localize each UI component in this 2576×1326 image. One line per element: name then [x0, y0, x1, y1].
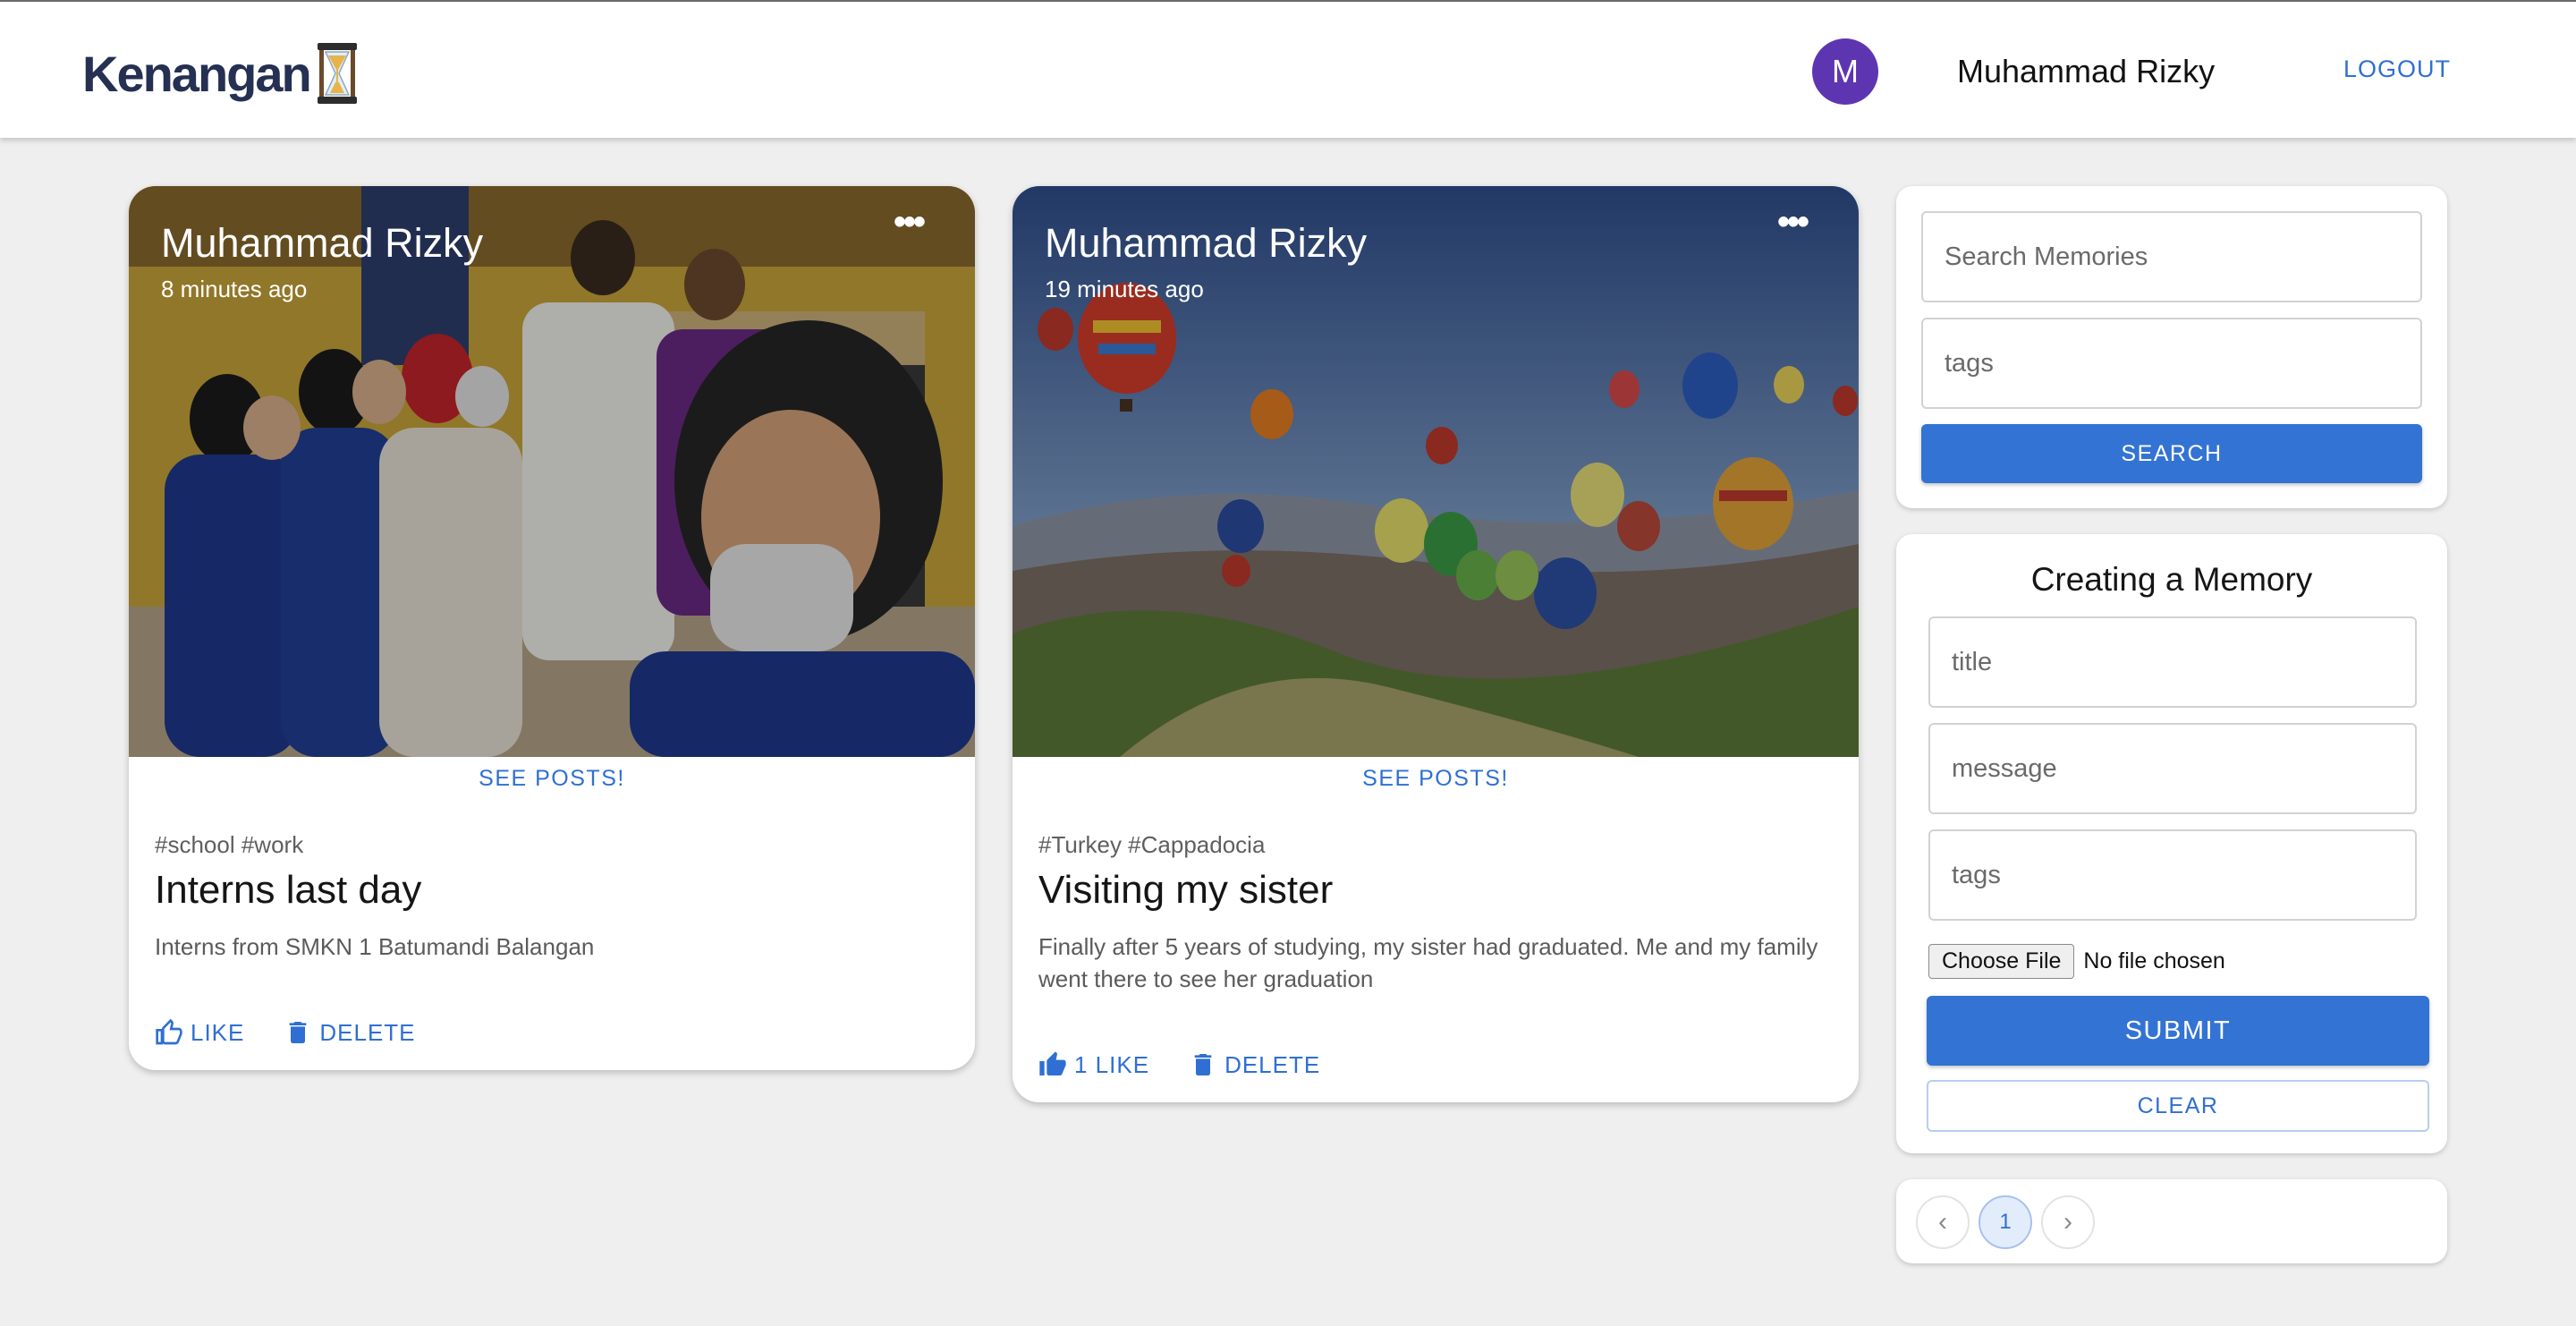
delete-button[interactable]: DELETE [284, 1018, 415, 1047]
file-upload: Choose File No file chosen [1928, 944, 2225, 979]
user-name: Muhammad Rizky [1957, 53, 2216, 89]
like-label: 1 LIKE [1074, 1050, 1150, 1078]
delete-label: DELETE [1224, 1050, 1321, 1078]
post-title: Interns last day [155, 868, 422, 912]
chevron-left-icon[interactable]: ‹ [1916, 1195, 1970, 1249]
search-button[interactable]: SEARCH [1921, 424, 2422, 483]
see-posts-button[interactable]: SEE POSTS! [129, 766, 975, 792]
post-time: 8 minutes ago [161, 276, 308, 302]
logout-button[interactable]: LOGOUT [2343, 55, 2451, 83]
message-input[interactable]: message [1928, 723, 2417, 814]
post-card: Muhammad Rizky 19 minutes ago ••• SEE PO… [1013, 186, 1859, 1102]
post-title: Visiting my sister [1038, 868, 1334, 912]
tags-input[interactable]: tags [1928, 829, 2417, 921]
pagination: ‹ 1 › [1896, 1179, 2447, 1263]
thumb-up-outline-icon [156, 1018, 182, 1045]
search-panel: Search Memories tags SEARCH [1896, 186, 2447, 508]
post-message: Interns from SMKN 1 Batumandi Balangan [155, 933, 595, 960]
like-label: LIKE [191, 1018, 245, 1046]
post-image: Muhammad Rizky 19 minutes ago ••• [1013, 186, 1859, 757]
post-card: Muhammad Rizky 8 minutes ago ••• SEE POS… [129, 186, 975, 1070]
page-1-button[interactable]: 1 [1979, 1195, 2032, 1249]
title-input[interactable]: title [1928, 616, 2417, 708]
hourglass-icon [317, 43, 357, 104]
create-memory-form: Creating a Memory title message tags Cho… [1896, 534, 2447, 1153]
post-author: Muhammad Rizky [1045, 220, 1368, 266]
like-button[interactable]: LIKE [155, 1018, 244, 1047]
choose-file-button[interactable]: Choose File [1928, 944, 2075, 979]
see-posts-button[interactable]: SEE POSTS! [1013, 766, 1859, 792]
form-title: Creating a Memory [2030, 561, 2313, 598]
delete-label: DELETE [319, 1018, 416, 1046]
post-message: Finally after 5 years of studying, my si… [1038, 933, 1818, 992]
delete-button[interactable]: DELETE [1189, 1050, 1320, 1079]
search-tags-input[interactable]: tags [1921, 318, 2422, 409]
post-tags: #Turkey #Cappadocia [1038, 831, 1266, 858]
thumb-up-filled-icon [1039, 1051, 1066, 1075]
avatar[interactable]: M [1812, 38, 1878, 105]
more-options-icon[interactable]: ••• [1777, 204, 1809, 240]
brand-title: Kenangan [82, 45, 312, 102]
post-actions: LIKE DELETE [129, 1018, 442, 1047]
chevron-right-icon[interactable]: › [2041, 1195, 2095, 1249]
clear-button[interactable]: CLEAR [1927, 1080, 2429, 1132]
more-options-icon[interactable]: ••• [894, 204, 926, 240]
submit-button[interactable]: SUBMIT [1927, 996, 2429, 1066]
brand[interactable]: Kenangan [82, 38, 362, 109]
trash-icon [290, 1022, 307, 1043]
app-bar: Kenangan M Muhammad Rizky LOGOUT [0, 0, 2576, 138]
post-image: Muhammad Rizky 8 minutes ago ••• [129, 186, 975, 757]
post-time: 19 minutes ago [1045, 276, 1204, 302]
trash-icon [1194, 1054, 1212, 1075]
post-actions: 1 LIKE DELETE [1013, 1050, 1346, 1079]
file-status: No file chosen [2083, 948, 2225, 973]
search-input[interactable]: Search Memories [1921, 211, 2422, 302]
like-button[interactable]: 1 LIKE [1038, 1050, 1149, 1079]
post-tags: #school #work [155, 831, 304, 858]
post-author: Muhammad Rizky [161, 220, 484, 266]
